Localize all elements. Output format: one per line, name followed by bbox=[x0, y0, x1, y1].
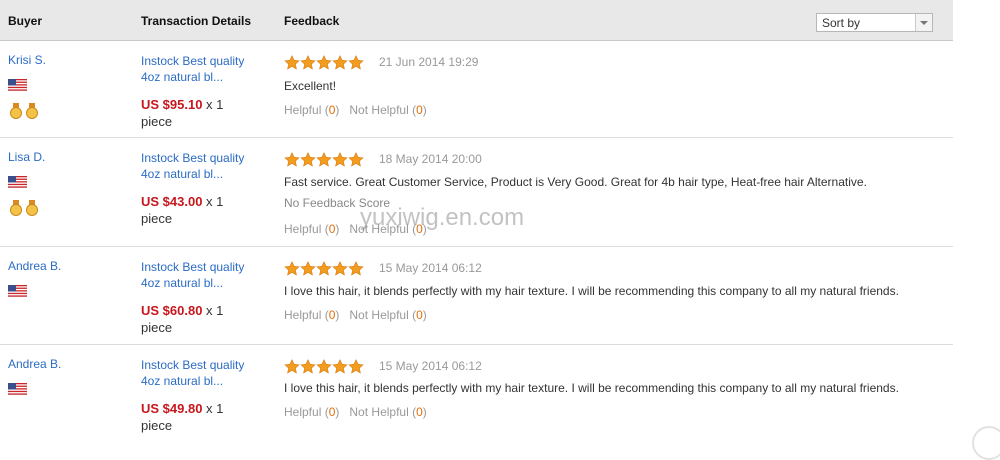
product-line: Instock Best quality bbox=[141, 260, 245, 274]
sort-select[interactable]: Sort by bbox=[816, 13, 933, 32]
medal-icon bbox=[10, 103, 22, 119]
unit: piece bbox=[141, 418, 173, 433]
product-line: Instock Best quality bbox=[141, 54, 245, 68]
feedback-date: 15 May 2014 06:12 bbox=[379, 261, 482, 275]
star-icon bbox=[316, 152, 332, 167]
helpful-button[interactable]: Helpful (0) bbox=[284, 222, 339, 236]
product-line: 4oz natural bl... bbox=[141, 167, 224, 181]
helpful-button[interactable]: Helpful (0) bbox=[284, 405, 339, 419]
product-line: 4oz natural bl... bbox=[141, 276, 224, 290]
star-icon bbox=[284, 55, 300, 70]
product-link[interactable]: Instock Best quality 4oz natural bl... bbox=[141, 357, 261, 389]
unit: piece bbox=[141, 320, 173, 335]
star-icon bbox=[300, 152, 316, 167]
header-transaction: Transaction Details bbox=[141, 14, 252, 28]
star-icon bbox=[332, 261, 348, 276]
price: US $95.10 bbox=[141, 97, 203, 112]
helpful-button[interactable]: Helpful (0) bbox=[284, 103, 339, 117]
star-icon bbox=[300, 261, 316, 276]
price-block: US $43.00 x 1 piece bbox=[141, 193, 251, 227]
helpful-votes: Helpful (0) Not Helpful (0) bbox=[284, 103, 427, 117]
watermark: yuxiwig.en.com bbox=[360, 204, 525, 231]
product-line: 4oz natural bl... bbox=[141, 374, 224, 388]
price-block: US $60.80 x 1 piece bbox=[141, 302, 251, 336]
buyer-name[interactable]: Krisi S. bbox=[8, 53, 46, 67]
price: US $43.00 bbox=[141, 194, 203, 209]
feedback-comment: Fast service. Great Customer Service, Pr… bbox=[284, 175, 867, 189]
buyer-name[interactable]: Lisa D. bbox=[8, 150, 45, 164]
price: US $49.80 bbox=[141, 401, 203, 416]
star-icon bbox=[284, 261, 300, 276]
star-icon bbox=[284, 152, 300, 167]
header-feedback: Feedback bbox=[284, 14, 340, 28]
star-icon bbox=[316, 55, 332, 70]
header-buyer: Buyer bbox=[8, 14, 43, 28]
product-link[interactable]: Instock Best quality 4oz natural bl... bbox=[141, 150, 261, 182]
table-row: Andrea B. Instock Best quality 4oz natur… bbox=[0, 345, 953, 443]
buyer-name[interactable]: Andrea B. bbox=[8, 357, 61, 371]
chevron-down-icon[interactable] bbox=[915, 14, 932, 31]
buyer-name[interactable]: Andrea B. bbox=[8, 259, 61, 273]
star-icon bbox=[332, 359, 348, 374]
star-icon bbox=[316, 261, 332, 276]
star-icon bbox=[300, 359, 316, 374]
us-flag-icon bbox=[8, 383, 27, 395]
feedback-comment: Excellent! bbox=[284, 79, 337, 93]
helpful-votes: Helpful (0) Not Helpful (0) bbox=[284, 308, 427, 322]
star-icon bbox=[316, 359, 332, 374]
price-block: US $49.80 x 1 piece bbox=[141, 400, 251, 434]
unit: piece bbox=[141, 114, 173, 129]
product-link[interactable]: Instock Best quality 4oz natural bl... bbox=[141, 53, 261, 85]
table-row: Krisi S. Instock Best quality 4oz natura… bbox=[0, 41, 953, 138]
medal-icon bbox=[26, 103, 38, 119]
table-header: Buyer Transaction Details Feedback Sort … bbox=[0, 0, 953, 41]
not-helpful-button[interactable]: Not Helpful (0) bbox=[349, 308, 426, 322]
us-flag-icon bbox=[8, 285, 27, 297]
product-line: Instock Best quality bbox=[141, 151, 245, 165]
product-line: 4oz natural bl... bbox=[141, 70, 224, 84]
product-link[interactable]: Instock Best quality 4oz natural bl... bbox=[141, 259, 261, 291]
helpful-button[interactable]: Helpful (0) bbox=[284, 308, 339, 322]
medal-icon bbox=[10, 200, 22, 216]
buyer-medals bbox=[10, 103, 38, 119]
rating-stars bbox=[284, 152, 364, 167]
star-icon bbox=[332, 55, 348, 70]
quantity: x 1 bbox=[202, 97, 224, 112]
rating-stars bbox=[284, 261, 364, 276]
buyer-medals bbox=[10, 200, 38, 216]
not-helpful-button[interactable]: Not Helpful (0) bbox=[349, 405, 426, 419]
sort-select-value: Sort by bbox=[822, 16, 861, 30]
rating-stars bbox=[284, 359, 364, 374]
not-helpful-button[interactable]: Not Helpful (0) bbox=[349, 103, 426, 117]
star-icon bbox=[348, 55, 364, 70]
medal-icon bbox=[26, 200, 38, 216]
star-icon bbox=[284, 359, 300, 374]
feedback-comment: I love this hair, it blends perfectly wi… bbox=[284, 284, 899, 298]
price-block: US $95.10 x 1 piece bbox=[141, 96, 251, 130]
star-icon bbox=[300, 55, 316, 70]
unit: piece bbox=[141, 211, 173, 226]
feedback-date: 15 May 2014 06:12 bbox=[379, 359, 482, 373]
star-icon bbox=[348, 152, 364, 167]
helpful-votes: Helpful (0) Not Helpful (0) bbox=[284, 405, 427, 419]
price: US $60.80 bbox=[141, 303, 203, 318]
star-icon bbox=[348, 359, 364, 374]
us-flag-icon bbox=[8, 176, 27, 188]
feedback-date: 18 May 2014 20:00 bbox=[379, 152, 482, 166]
feedback-date: 21 Jun 2014 19:29 bbox=[379, 55, 479, 69]
quantity: x 1 bbox=[202, 194, 224, 209]
product-line: Instock Best quality bbox=[141, 358, 245, 372]
us-flag-icon bbox=[8, 79, 27, 91]
quantity: x 1 bbox=[202, 401, 224, 416]
star-icon bbox=[348, 261, 364, 276]
rating-stars bbox=[284, 55, 364, 70]
star-icon bbox=[332, 152, 348, 167]
quantity: x 1 bbox=[202, 303, 224, 318]
scroll-top-button[interactable] bbox=[972, 426, 1000, 460]
feedback-comment: I love this hair, it blends perfectly wi… bbox=[284, 381, 899, 395]
table-row: Andrea B. Instock Best quality 4oz natur… bbox=[0, 247, 953, 345]
